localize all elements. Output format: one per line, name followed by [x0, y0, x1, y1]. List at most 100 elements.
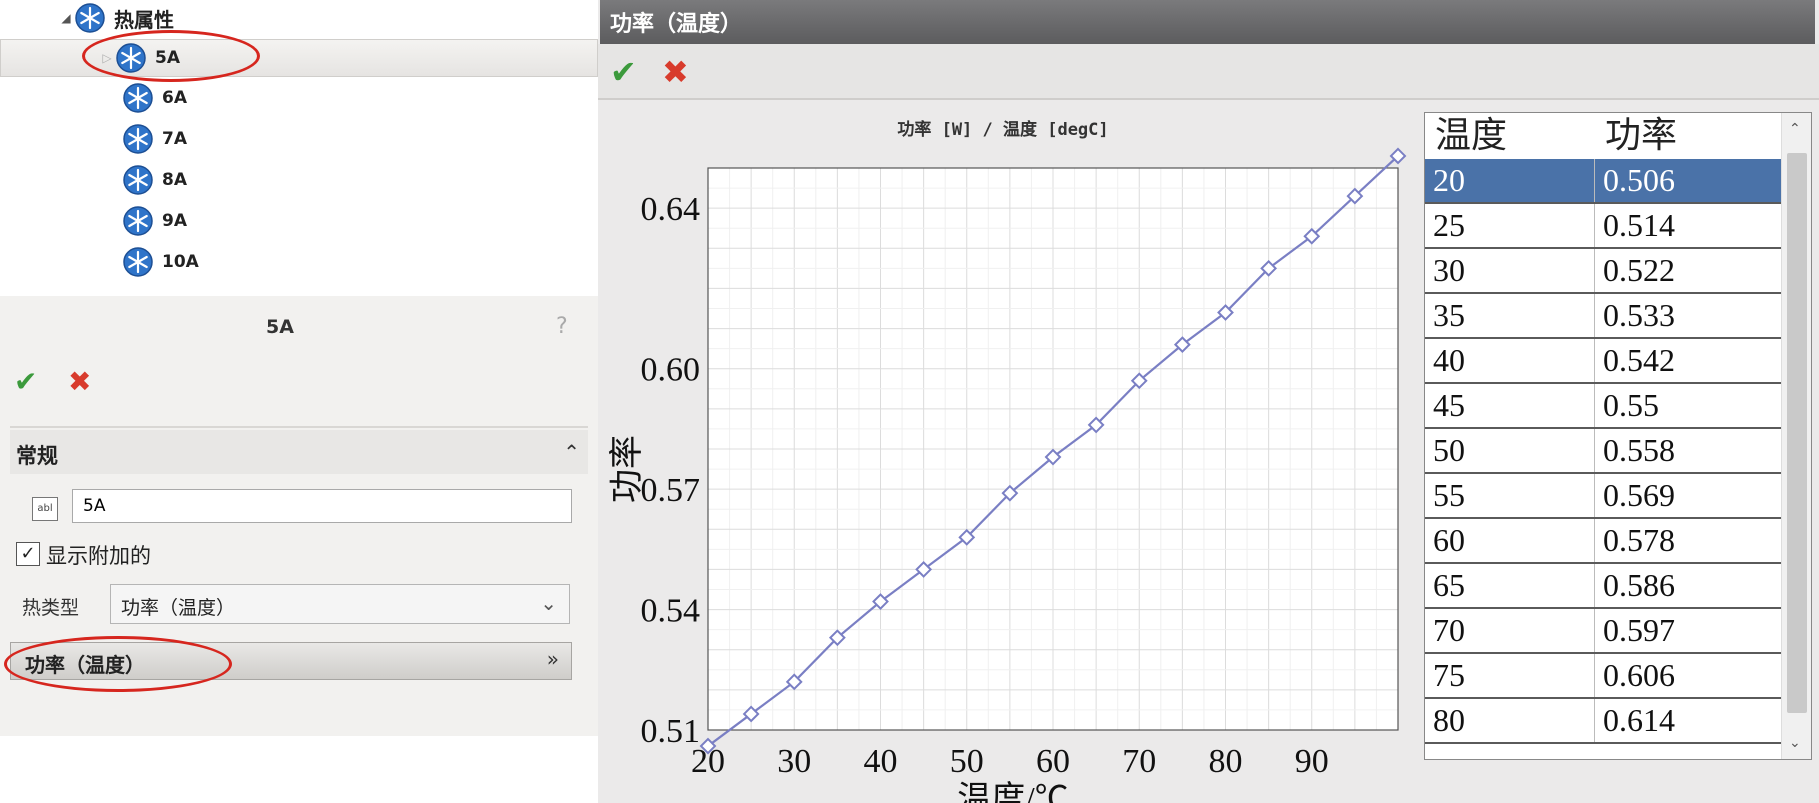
table-row[interactable]: 25 0.514	[1425, 204, 1781, 249]
column-header-power[interactable]: 功率	[1595, 113, 1781, 159]
table-row[interactable]: 30 0.522	[1425, 249, 1781, 294]
power-cell[interactable]: 0.533	[1595, 294, 1781, 337]
temperature-cell[interactable]: 70	[1425, 609, 1595, 652]
section-header-general[interactable]: 常规 ⌃	[10, 430, 588, 474]
power-cell[interactable]: 0.514	[1595, 204, 1781, 247]
y-tick-label: 0.54	[641, 593, 701, 630]
temperature-cell[interactable]: 75	[1425, 654, 1595, 697]
x-tick-label: 50	[950, 743, 984, 780]
snowflake-icon	[123, 247, 153, 277]
table-header: 温度 功率	[1425, 113, 1781, 159]
power-cell[interactable]: 0.597	[1595, 609, 1781, 652]
power-cell[interactable]: 0.578	[1595, 519, 1781, 562]
collapse-chevron-icon[interactable]: ⌃	[563, 440, 580, 464]
x-tick-label: 70	[1122, 743, 1156, 780]
edit-table-label: 功率（温度）	[25, 653, 145, 677]
heat-type-select[interactable]: 功率（温度） ⌄	[110, 584, 570, 624]
tree-item-8a[interactable]: 8A	[122, 162, 187, 198]
cancel-x-icon[interactable]: ✖	[662, 56, 689, 88]
x-tick-label: 60	[1036, 743, 1070, 780]
table-row[interactable]: 40 0.542	[1425, 339, 1781, 384]
snowflake-icon	[123, 206, 153, 236]
temperature-cell[interactable]: 45	[1425, 384, 1595, 427]
table-row[interactable]: 50 0.558	[1425, 429, 1781, 474]
power-cell[interactable]: 0.506	[1595, 159, 1781, 202]
table-row[interactable]: 65 0.586	[1425, 564, 1781, 609]
tree-item-label: 10A	[162, 252, 199, 272]
table-row[interactable]: 35 0.533	[1425, 294, 1781, 339]
tree-item-thermal-properties[interactable]: ◢ 热属性	[58, 0, 174, 36]
table-row[interactable]: 55 0.569	[1425, 474, 1781, 519]
temperature-cell[interactable]: 80	[1425, 699, 1595, 742]
tree-item-5a[interactable]: ▷ 5A	[0, 39, 598, 77]
power-cell[interactable]: 0.586	[1595, 564, 1781, 607]
edit-table-button[interactable]: 功率（温度） »	[10, 642, 572, 680]
show-additional-label: 显示附加的	[46, 544, 151, 568]
y-tick-label: 0.64	[641, 191, 701, 228]
temperature-cell[interactable]: 65	[1425, 564, 1595, 607]
tree-item-label: 7A	[162, 129, 187, 149]
power-temperature-chart: 20 30 40 50 60 70 80 900.510.540.570.600.64温度/℃…	[608, 147, 1407, 803]
ok-check-icon[interactable]: ✔	[610, 56, 637, 88]
show-additional-checkbox[interactable]: ✓	[16, 542, 40, 566]
name-input[interactable]	[72, 489, 572, 523]
dialog-toolbar: ✔ ✖	[598, 44, 1819, 100]
y-tick-label: 0.60	[641, 352, 701, 389]
scroll-up-icon[interactable]: ⌃	[1789, 121, 1801, 137]
expand-arrow-icon[interactable]: ▷	[99, 51, 115, 65]
table-row[interactable]: 70 0.597	[1425, 609, 1781, 654]
left-panel: ◢ 热属性 ▷ 5A 6A 7A 8A 9A 10A 5A ? ✔ ✖ 常规 ⌃…	[0, 0, 598, 803]
table-row[interactable]: 60 0.578	[1425, 519, 1781, 564]
tree-item-6a[interactable]: 6A	[122, 80, 187, 116]
x-tick-label: 40	[864, 743, 898, 780]
table-row[interactable]: 80 0.614	[1425, 699, 1781, 744]
power-cell[interactable]: 0.55	[1595, 384, 1781, 427]
tree-item-10a[interactable]: 10A	[122, 244, 199, 280]
temperature-cell[interactable]: 40	[1425, 339, 1595, 382]
table-row[interactable]: 45 0.55	[1425, 384, 1781, 429]
temperature-cell[interactable]: 60	[1425, 519, 1595, 562]
temperature-cell[interactable]: 25	[1425, 204, 1595, 247]
x-tick-label: 80	[1209, 743, 1243, 780]
y-axis-label: 功率	[608, 435, 646, 503]
cancel-x-icon[interactable]: ✖	[68, 368, 91, 396]
temperature-cell[interactable]: 50	[1425, 429, 1595, 472]
power-cell[interactable]: 0.569	[1595, 474, 1781, 517]
power-cell[interactable]: 0.614	[1595, 699, 1781, 742]
property-manager: 5A ? ✔ ✖ 常规 ⌃ abl ✓ 显示附加的 热类型 功率（温度） ⌄ 功…	[0, 296, 598, 736]
column-header-temperature[interactable]: 温度	[1425, 113, 1595, 159]
vertical-scrollbar[interactable]: ⌃ ⌄	[1781, 113, 1811, 759]
tree-item-7a[interactable]: 7A	[122, 121, 187, 157]
tree-item-9a[interactable]: 9A	[122, 203, 187, 239]
heat-type-label: 热类型	[22, 597, 80, 619]
table-row[interactable]: 20 0.506	[1425, 159, 1781, 204]
temperature-cell[interactable]: 35	[1425, 294, 1595, 337]
tree-item-label: 6A	[162, 88, 187, 108]
heat-type-value: 功率（温度）	[121, 597, 236, 619]
power-cell[interactable]: 0.558	[1595, 429, 1781, 472]
property-title: 5A	[266, 316, 294, 338]
ok-check-icon[interactable]: ✔	[14, 368, 37, 396]
snowflake-icon	[116, 43, 146, 73]
temperature-cell[interactable]: 55	[1425, 474, 1595, 517]
scroll-down-icon[interactable]: ⌄	[1789, 735, 1801, 751]
temperature-cell[interactable]: 30	[1425, 249, 1595, 292]
tree-root-label: 热属性	[114, 7, 174, 32]
snowflake-icon	[123, 83, 153, 113]
section-title: 常规	[16, 444, 58, 468]
collapse-arrow-icon[interactable]: ◢	[58, 11, 74, 25]
scrollbar-thumb[interactable]	[1787, 153, 1807, 713]
table-row[interactable]: 75 0.606	[1425, 654, 1781, 699]
snowflake-icon	[123, 124, 153, 154]
tree-item-label: 9A	[162, 211, 187, 231]
power-cell[interactable]: 0.522	[1595, 249, 1781, 292]
power-cell[interactable]: 0.606	[1595, 654, 1781, 697]
snowflake-icon	[75, 3, 105, 33]
temperature-cell[interactable]: 20	[1425, 159, 1595, 202]
data-table[interactable]: 温度 功率 20 0.506 25 0.514 30 0.522 35 0.533 40 0.54…	[1424, 112, 1812, 760]
help-icon[interactable]: ?	[556, 314, 568, 339]
dialog-title: 功率（温度）	[610, 12, 743, 37]
feature-tree: ◢ 热属性 ▷ 5A 6A 7A 8A 9A 10A	[0, 0, 598, 296]
power-cell[interactable]: 0.542	[1595, 339, 1781, 382]
snowflake-icon	[123, 165, 153, 195]
